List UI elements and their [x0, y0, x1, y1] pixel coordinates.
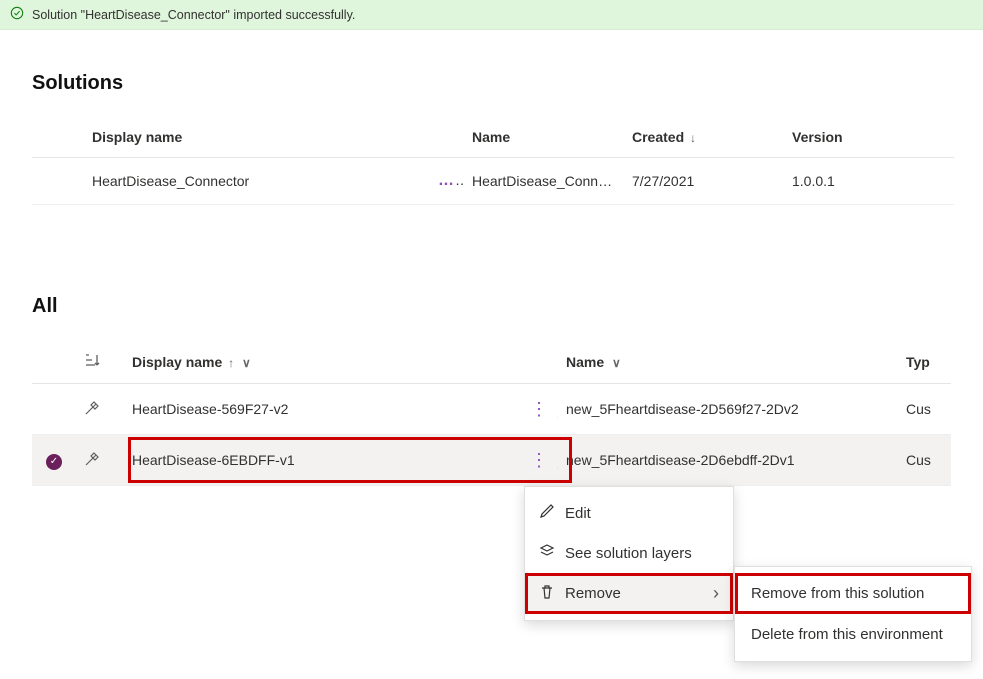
pencil-icon: [539, 503, 555, 523]
sort-asc-icon: [228, 356, 234, 370]
success-message: Solution "HeartDisease_Connector" import…: [32, 8, 355, 22]
solution-display-name: HeartDisease_Connector: [84, 158, 424, 205]
component-type: Cus: [898, 435, 951, 486]
sort-desc-icon: [690, 131, 696, 145]
solutions-table: Display name Name Created Version HeartD…: [32, 117, 954, 205]
component-row[interactable]: HeartDisease-6EBDFF-v1 ⋮ new_5Fheartdise…: [32, 435, 951, 486]
success-banner: Solution "HeartDisease_Connector" import…: [0, 0, 983, 30]
connector-icon: [76, 435, 124, 486]
menu-edit[interactable]: Edit: [525, 493, 733, 533]
col-type-all[interactable]: Typ: [898, 340, 951, 384]
col-name[interactable]: Name: [464, 117, 624, 158]
chevron-right-icon: [713, 583, 719, 604]
connector-icon: [76, 384, 124, 435]
row-selected-check-icon[interactable]: [46, 454, 62, 470]
solution-name: HeartDisease_Conne...: [464, 158, 624, 205]
col-display-name[interactable]: Display name: [84, 117, 424, 158]
col-version[interactable]: Version: [784, 117, 954, 158]
component-display-name: HeartDisease-569F27-v2: [124, 384, 514, 435]
remove-submenu: Remove from this solution Delete from th…: [734, 566, 972, 662]
col-created[interactable]: Created: [624, 117, 784, 158]
components-table: Display name Name Typ: [32, 340, 951, 486]
solution-version: 1.0.0.1: [784, 158, 954, 205]
menu-see-layers[interactable]: See solution layers: [525, 533, 733, 573]
col-display-name-all[interactable]: Display name: [124, 340, 514, 384]
success-check-icon: [10, 6, 24, 23]
solution-row[interactable]: HeartDisease_Connector … HeartDisease_Co…: [32, 158, 954, 205]
submenu-remove-from-solution[interactable]: Remove from this solution: [735, 573, 971, 614]
component-row[interactable]: HeartDisease-569F27-v2 ⋮ new_5Fheartdise…: [32, 384, 951, 435]
submenu-delete-from-environment[interactable]: Delete from this environment: [735, 614, 971, 655]
component-name: new_5Fheartdisease-2D6ebdff-2Dv1: [558, 435, 898, 486]
trash-icon: [539, 584, 555, 604]
component-display-name: HeartDisease-6EBDFF-v1: [124, 435, 514, 486]
component-type: Cus: [898, 384, 951, 435]
context-menu: Edit See solution layers Remove: [524, 486, 734, 621]
all-heading: All: [32, 295, 951, 318]
component-name: new_5Fheartdisease-2D569f27-2Dv2: [558, 384, 898, 435]
row-more-button[interactable]: ⋮: [522, 398, 556, 420]
solutions-heading: Solutions: [32, 72, 951, 95]
layers-icon: [539, 543, 555, 563]
chevron-down-icon: [242, 356, 251, 370]
row-more-button[interactable]: ⋮: [522, 449, 556, 471]
row-actions-ellipsis[interactable]: …: [432, 172, 461, 189]
solution-created: 7/27/2021: [624, 158, 784, 205]
chevron-down-icon: [612, 356, 621, 370]
col-name-all[interactable]: Name: [558, 340, 898, 384]
menu-remove[interactable]: Remove: [525, 573, 733, 614]
sort-column-icon[interactable]: [76, 340, 124, 384]
